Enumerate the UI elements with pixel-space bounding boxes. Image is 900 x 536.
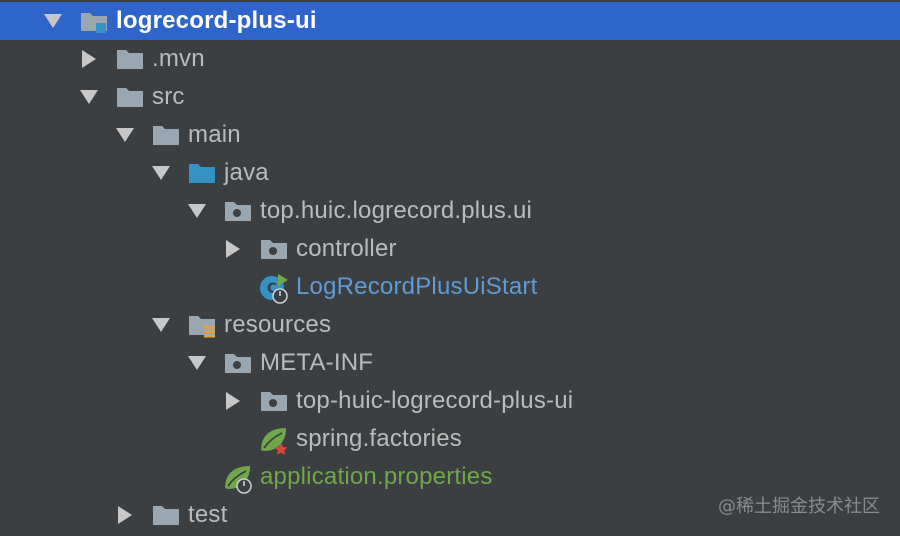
watermark: @稀土掘金技术社区 [718,496,880,517]
tree-item-label: controller [296,235,397,262]
package-icon [260,390,288,412]
tree-item-label: top-huic-logrecord-plus-ui [296,387,574,414]
collapse-arrow-icon[interactable] [82,50,96,68]
resources-root-folder-icon [188,314,216,338]
tree-item-label: LogRecordPlusUiStart [296,273,538,300]
expand-arrow-icon[interactable] [188,204,206,218]
tree-item-label: application.properties [260,463,493,490]
expand-arrow-icon[interactable] [44,14,62,28]
tree-item-src[interactable]: src [0,78,900,116]
tree-item-spring-factories[interactable]: spring.factories [0,420,900,458]
spring-config-icon [258,424,290,456]
module-folder-icon [80,10,108,33]
expand-arrow-icon[interactable] [152,166,170,180]
expand-arrow-icon[interactable] [80,90,98,104]
tree-item-app-props[interactable]: application.properties [0,458,900,496]
package-icon [224,200,252,222]
tree-item-top-huic[interactable]: top-huic-logrecord-plus-ui [0,382,900,420]
tree-item-label: java [224,159,269,186]
tree-item-package[interactable]: top.huic.logrecord.plus.ui [0,192,900,230]
tree-item-label: src [152,83,185,110]
tree-item-java[interactable]: java [0,154,900,192]
collapse-arrow-icon[interactable] [226,240,240,258]
tree-item-mvn[interactable]: .mvn [0,40,900,78]
package-icon [224,352,252,374]
folder-icon [116,48,144,70]
collapse-arrow-icon[interactable] [226,392,240,410]
expand-arrow-icon[interactable] [188,356,206,370]
expand-arrow-icon[interactable] [152,318,170,332]
source-root-folder-icon [188,162,216,184]
package-icon [260,238,288,260]
tree-item-controller[interactable]: controller [0,230,900,268]
tree-item-meta-inf[interactable]: META-INF [0,344,900,382]
collapse-arrow-icon[interactable] [118,506,132,524]
folder-icon [152,124,180,146]
tree-item-resources[interactable]: resources [0,306,900,344]
tree-item-label: logrecord-plus-ui [116,7,317,34]
tree-item-root[interactable]: logrecord-plus-ui [0,2,900,40]
tree-item-label: META-INF [260,349,374,376]
tree-item-label: test [188,501,228,528]
spring-boot-config-icon [222,462,254,494]
tree-item-main[interactable]: main [0,116,900,154]
tree-item-start-class[interactable]: C LogRecordPlusUiStart [0,268,900,306]
tree-item-label: spring.factories [296,425,462,452]
spring-boot-class-icon: C [258,272,290,304]
tree-item-label: main [188,121,241,148]
project-tree: logrecord-plus-ui .mvn src main java top… [0,0,900,536]
tree-item-label: resources [224,311,332,338]
tree-item-label: .mvn [152,45,205,72]
expand-arrow-icon[interactable] [116,128,134,142]
folder-icon [152,504,180,526]
folder-icon [116,86,144,108]
tree-item-label: top.huic.logrecord.plus.ui [260,197,533,224]
